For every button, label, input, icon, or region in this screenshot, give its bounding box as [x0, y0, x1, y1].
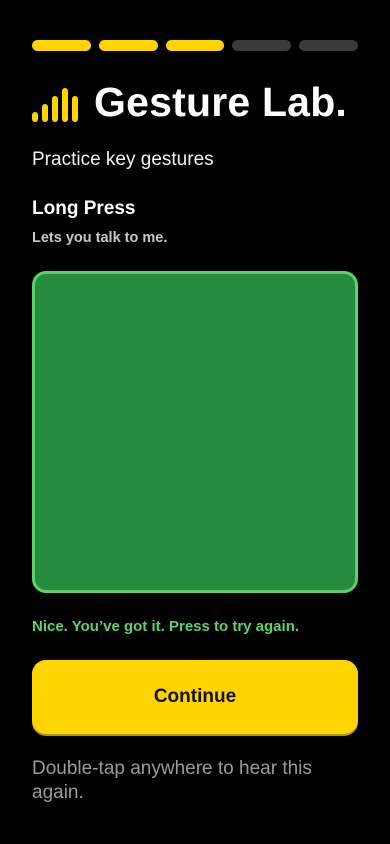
logo-bar — [32, 112, 38, 122]
continue-button[interactable]: Continue — [32, 660, 358, 736]
logo-bar — [42, 104, 48, 122]
logo-bar — [72, 96, 78, 122]
logo-bar — [62, 88, 68, 122]
page-subtitle: Practice key gestures — [32, 149, 214, 170]
gesture-description: Lets you talk to me. — [32, 230, 168, 246]
progress-indicator — [32, 40, 358, 52]
progress-segment — [165, 40, 225, 51]
continue-button-label: Continue — [32, 660, 358, 734]
accessibility-hint: Double-tap anywhere to hear this again. — [32, 758, 312, 803]
signal-bars-icon — [32, 82, 80, 122]
progress-segment — [232, 40, 292, 51]
app-title: Gesture Lab. — [94, 79, 348, 125]
gesture-practice-area[interactable] — [32, 271, 358, 593]
progress-segment — [299, 40, 358, 51]
progress-segment — [32, 40, 91, 51]
progress-segment — [98, 40, 158, 51]
app-header: Gesture Lab. — [32, 78, 347, 126]
feedback-message: Nice. You’ve got it. Press to try again. — [32, 618, 300, 635]
logo-bar — [52, 96, 58, 122]
gesture-name: Long Press — [32, 198, 136, 219]
